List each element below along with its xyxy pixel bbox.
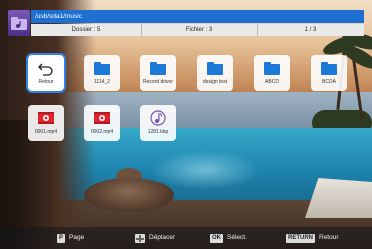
tile-label: BCDA — [322, 79, 336, 85]
hint-back: RETURN Retour — [286, 233, 339, 243]
current-path: /usb/sda1/music — [35, 13, 82, 20]
tile-label: Retour — [38, 79, 54, 85]
music-note-icon — [150, 110, 166, 126]
hint-label: Page — [69, 234, 85, 241]
hint-page: P Page — [57, 233, 84, 243]
folder-icon — [207, 62, 223, 75]
water-reflection — [150, 150, 260, 190]
folder-count: Dossier : 5 — [71, 27, 101, 33]
folder-tile[interactable]: 1114_2 — [84, 55, 120, 91]
tile-label: 1281.kbp — [147, 129, 169, 135]
tile-label: design test — [202, 79, 228, 85]
folder-icon — [94, 62, 110, 75]
ok-key: OK — [210, 233, 223, 243]
video-file-tile[interactable]: 0001.mp4 — [28, 105, 64, 141]
folder-tile[interactable]: design test — [197, 55, 233, 91]
path-bar: /usb/sda1/music — [31, 10, 364, 23]
folder-icon — [264, 62, 280, 75]
return-key: RETURN — [286, 233, 315, 243]
video-file-tile[interactable]: 0002.mp4 — [84, 105, 120, 141]
tile-label: ABCD — [265, 79, 279, 85]
folder-tile[interactable]: BCDA — [311, 55, 347, 91]
video-file-icon — [94, 112, 110, 124]
folder-tile[interactable]: Record driver — [140, 55, 176, 91]
hint-label: Retour — [319, 234, 339, 241]
video-file-icon — [38, 112, 54, 124]
tile-label: 0002.mp4 — [90, 129, 114, 135]
folder-icon — [150, 62, 166, 75]
info-bar: Dossier : 5 Fichier : 3 1 / 3 — [31, 24, 364, 36]
back-arrow-icon — [38, 63, 53, 76]
hint-label: Déplacer — [149, 234, 176, 241]
music-folder-app-icon — [8, 10, 30, 36]
p-key: P — [57, 233, 66, 243]
dpad-icon — [135, 233, 145, 243]
footer-hints: P Page Déplacer OK Sélect. RETURN Retour — [0, 227, 372, 249]
folder-icon — [321, 62, 337, 75]
hint-label: Sélect. — [227, 234, 247, 241]
tile-label: 1114_2 — [94, 79, 110, 85]
music-file-tile[interactable]: 1281.kbp — [140, 105, 176, 141]
hint-move: Déplacer — [135, 233, 175, 243]
tile-label: 0001.mp4 — [34, 129, 58, 135]
fountain — [84, 178, 174, 212]
page-indicator: 1 / 3 — [304, 27, 317, 33]
folder-tile[interactable]: ABCD — [254, 55, 290, 91]
file-count: Fichier : 3 — [185, 27, 213, 33]
hint-select: OK Sélect. — [210, 233, 247, 243]
tile-label: Record driver — [142, 79, 173, 85]
back-tile[interactable]: Retour — [26, 53, 66, 93]
